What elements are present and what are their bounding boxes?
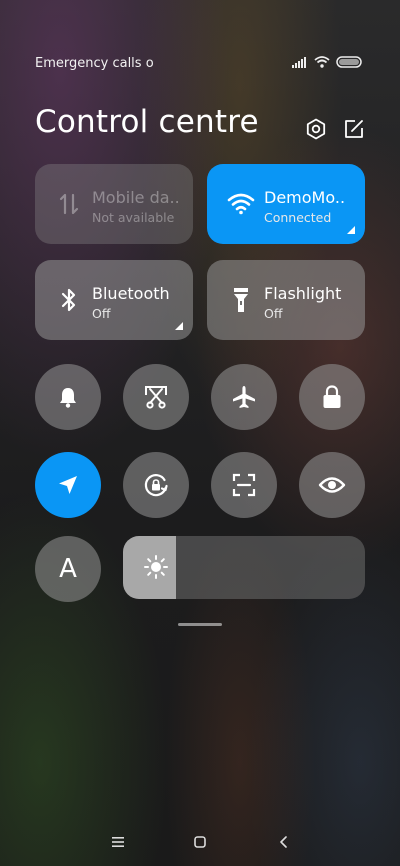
bluetooth-tile[interactable]: Bluetooth Off	[35, 260, 193, 340]
scissors-icon	[143, 384, 169, 410]
expand-corner-icon[interactable]	[175, 322, 183, 330]
eye-icon	[318, 475, 346, 495]
drag-handle[interactable]	[178, 623, 222, 626]
tile-title: Bluetooth	[92, 284, 170, 303]
signal-icon	[292, 56, 308, 68]
tile-subtitle: Connected	[264, 210, 332, 225]
expand-corner-icon[interactable]	[347, 226, 355, 234]
battery-icon	[336, 56, 362, 68]
menu-icon[interactable]	[106, 832, 130, 852]
tile-title: Mobile da..	[92, 188, 180, 207]
status-bar: Emergency calls o	[35, 56, 362, 72]
flashlight-icon	[227, 286, 255, 314]
brightness-slider[interactable]	[123, 536, 365, 599]
scan-icon	[231, 472, 257, 498]
flashlight-tile[interactable]: Flashlight Off	[207, 260, 365, 340]
location-arrow-icon	[56, 473, 80, 497]
home-icon[interactable]	[188, 832, 212, 852]
tile-subtitle: Off	[92, 306, 111, 321]
auto-brightness-label: A	[59, 554, 77, 584]
page-title: Control centre	[35, 104, 259, 140]
auto-rotate-toggle[interactable]	[123, 452, 189, 518]
scanner-toggle[interactable]	[211, 452, 277, 518]
navigation-bar	[0, 832, 400, 852]
mobile-data-tile[interactable]: Mobile da.. Not available	[35, 164, 193, 244]
tile-title: DemoMo..	[264, 188, 346, 207]
airplane-mode-toggle[interactable]	[211, 364, 277, 430]
notification-bell-toggle[interactable]	[35, 364, 101, 430]
sun-icon	[143, 554, 169, 580]
bluetooth-icon	[55, 286, 83, 314]
back-icon[interactable]	[272, 832, 296, 852]
edit-icon[interactable]	[343, 118, 365, 140]
wifi-tile[interactable]: DemoMo.. Connected	[207, 164, 365, 244]
screenshot-toggle[interactable]	[123, 364, 189, 430]
lock-screen-toggle[interactable]	[299, 364, 365, 430]
airplane-icon	[231, 384, 257, 410]
bell-icon	[56, 385, 80, 409]
carrier-text: Emergency calls o	[35, 56, 154, 71]
tile-subtitle: Not available	[92, 210, 175, 225]
tile-subtitle: Off	[264, 306, 283, 321]
rotate-lock-icon	[142, 471, 170, 499]
location-toggle[interactable]	[35, 452, 101, 518]
reading-mode-toggle[interactable]	[299, 452, 365, 518]
tile-title: Flashlight	[264, 284, 342, 303]
mobile-data-icon	[55, 190, 83, 218]
wifi-icon	[227, 190, 255, 218]
wifi-status-icon	[314, 56, 330, 68]
lock-icon	[320, 384, 344, 410]
auto-brightness-button[interactable]: A	[35, 536, 101, 602]
settings-gear-icon[interactable]	[305, 118, 327, 140]
